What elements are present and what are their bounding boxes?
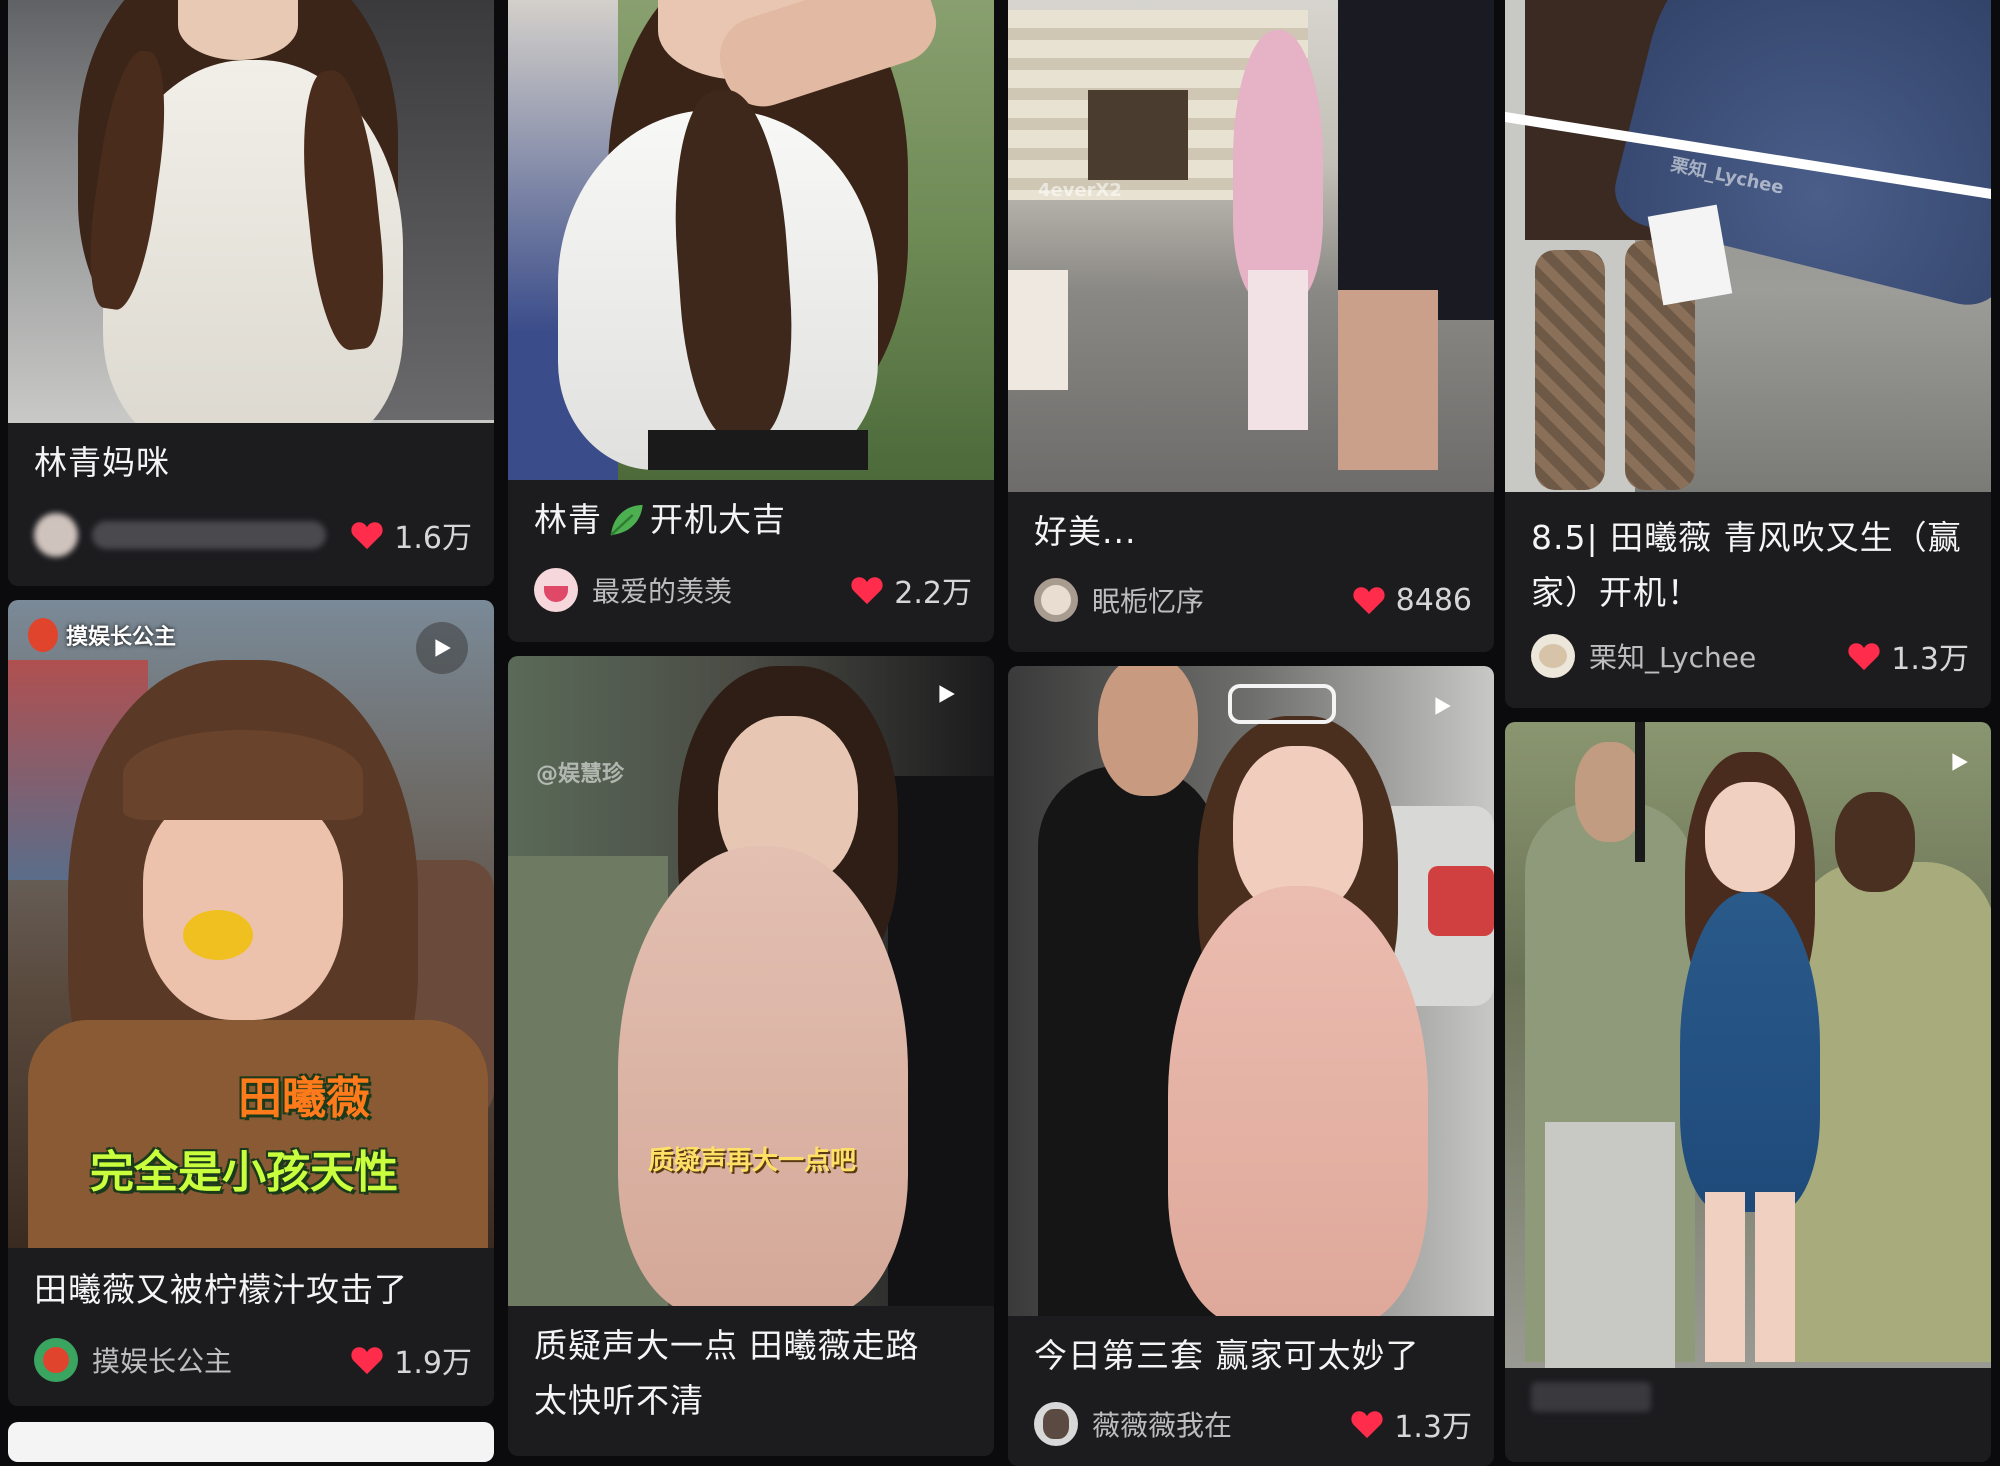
- heart-icon: [351, 1347, 383, 1375]
- feed-card[interactable]: 林青妈咪 1.6万: [8, 0, 494, 586]
- card-thumbnail[interactable]: [1008, 666, 1494, 1316]
- like-count-text: 1.3万: [1394, 1410, 1472, 1445]
- author-avatar[interactable]: [1034, 1402, 1078, 1446]
- like-count-text: 1.9万: [394, 1346, 472, 1381]
- image-watermark: 4everX2: [1038, 180, 1122, 201]
- feed-card[interactable]: 4everX2 好美... 眠栀忆序 8486: [1008, 0, 1494, 652]
- like-count-text: 1.3万: [1891, 642, 1969, 677]
- play-icon: [435, 639, 451, 657]
- play-icon: [1435, 697, 1451, 715]
- feed-card[interactable]: 摸娱长公主 田曦薇 完全是小孩天性 田曦薇又被柠檬汁攻击了 摸娱长公主 1.9万: [8, 600, 494, 1406]
- overlay-account-tag: 摸娱长公主: [28, 618, 176, 652]
- author-avatar[interactable]: [34, 1338, 78, 1382]
- author-avatar[interactable]: [1034, 578, 1078, 622]
- author-name[interactable]: 眠栀忆序: [1092, 580, 1352, 620]
- play-icon: [939, 685, 955, 703]
- author-avatar[interactable]: [34, 513, 78, 557]
- feed-card[interactable]: @娱慧珍 质疑声再大一点吧 质疑声大一点 田曦薇走路太快听不清: [508, 656, 994, 1456]
- heart-icon: [1848, 643, 1880, 671]
- like-count[interactable]: 8486: [1352, 583, 1472, 618]
- card-title[interactable]: 田曦薇又被柠檬汁攻击了: [34, 1262, 472, 1317]
- author-name-redacted[interactable]: [92, 521, 327, 549]
- like-count[interactable]: 1.3万: [1847, 634, 1969, 678]
- author-avatar[interactable]: [1531, 634, 1575, 678]
- video-play-button[interactable]: [920, 668, 972, 720]
- author-name[interactable]: 薇薇薇我在: [1092, 1404, 1350, 1444]
- play-icon: [1952, 753, 1968, 771]
- card-title[interactable]: 好美...: [1034, 504, 1472, 559]
- heart-icon: [1353, 587, 1385, 615]
- video-caption-line1: 田曦薇: [238, 1073, 370, 1124]
- card-thumbnail[interactable]: 4everX2: [1008, 0, 1494, 492]
- card-title[interactable]: 林青妈咪: [34, 435, 472, 490]
- author-name[interactable]: 最爱的羡羡: [592, 570, 850, 610]
- feed-card[interactable]: [1505, 722, 1991, 1462]
- card-thumbnail[interactable]: [8, 0, 494, 423]
- author-avatar[interactable]: [534, 568, 578, 612]
- like-count-text: 2.2万: [894, 576, 972, 611]
- like-count[interactable]: 2.2万: [850, 568, 972, 612]
- feed-card[interactable]: 今日第三套 赢家可太妙了 薇薇薇我在 1.3万: [1008, 666, 1494, 1466]
- mascot-icon: [28, 618, 58, 652]
- video-play-button[interactable]: [1416, 680, 1468, 732]
- card-thumbnail[interactable]: [508, 0, 994, 480]
- card-title[interactable]: 质疑声大一点 田曦薇走路太快听不清: [534, 1318, 948, 1428]
- card-title[interactable]: 8.5| 田曦薇 青风吹又生（赢家）开机！: [1531, 510, 1969, 620]
- heart-icon: [851, 577, 883, 605]
- heart-icon: [351, 522, 383, 550]
- like-count[interactable]: 1.9万: [350, 1338, 472, 1382]
- feed-card[interactable]: 栗知_Lychee 8.5| 田曦薇 青风吹又生（赢家）开机！ 栗知_Lyche…: [1505, 0, 1991, 708]
- heart-icon: [1351, 1411, 1383, 1439]
- card-title[interactable]: 林青 开机大吉: [534, 492, 972, 547]
- video-play-button[interactable]: [416, 622, 468, 674]
- video-play-button[interactable]: [1933, 736, 1985, 788]
- card-thumbnail[interactable]: 摸娱长公主 田曦薇 完全是小孩天性: [8, 600, 494, 1248]
- leaf-emoji-icon: [610, 504, 643, 536]
- like-count-text: 1.6万: [394, 521, 472, 556]
- like-count-text: 8486: [1395, 582, 1472, 618]
- card-title-obscured[interactable]: [1531, 1382, 1651, 1412]
- card-thumbnail[interactable]: 栗知_Lychee: [1505, 0, 1991, 492]
- like-count[interactable]: 1.3万: [1350, 1402, 1472, 1446]
- card-thumbnail[interactable]: @娱慧珍 质疑声再大一点吧: [508, 656, 994, 1306]
- like-count[interactable]: 1.6万: [350, 513, 472, 557]
- card-thumbnail[interactable]: [1505, 722, 1991, 1368]
- video-caption-line2: 完全是小孩天性: [90, 1147, 398, 1198]
- author-name[interactable]: 摸娱长公主: [92, 1340, 350, 1380]
- video-caption: 质疑声再大一点吧: [648, 1146, 857, 1176]
- author-name[interactable]: 栗知_Lychee: [1589, 636, 1847, 676]
- feed-card-peek[interactable]: [8, 1422, 494, 1462]
- card-title[interactable]: 今日第三套 赢家可太妙了: [1034, 1328, 1472, 1383]
- video-watermark: @娱慧珍: [536, 762, 625, 787]
- feed-card[interactable]: 林青 开机大吉 最爱的羡羡 2.2万: [508, 0, 994, 642]
